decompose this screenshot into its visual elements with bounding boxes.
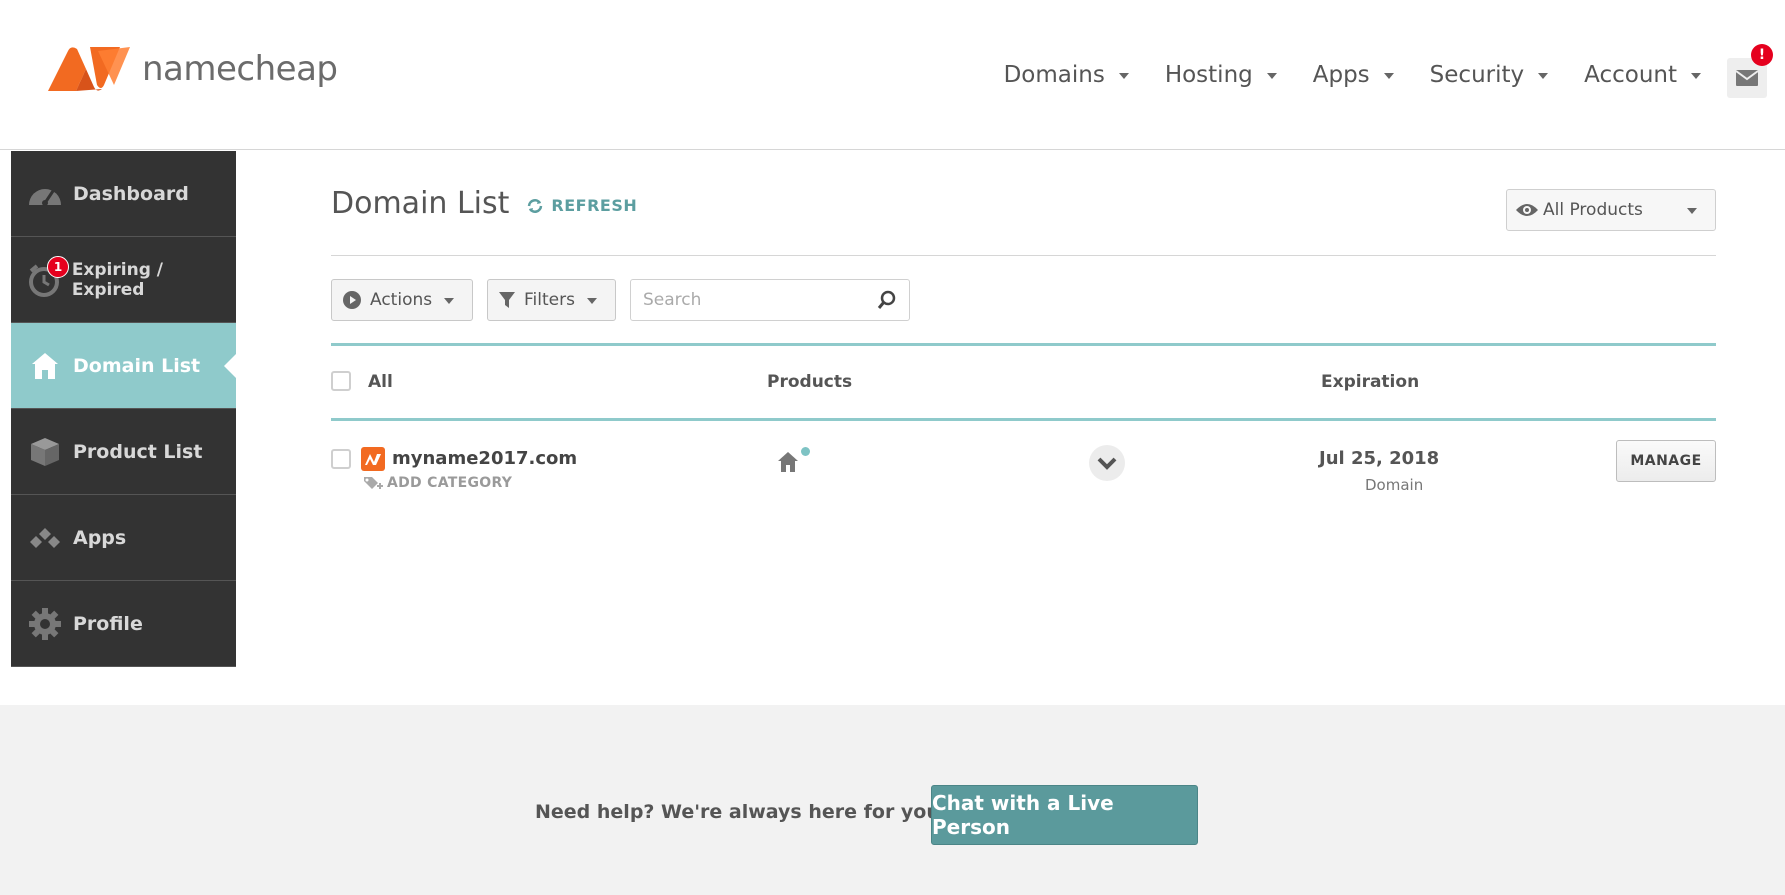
caret-down-icon	[1118, 73, 1129, 79]
product-filter-select[interactable]: All Products	[1506, 189, 1716, 231]
nav-hosting-label: Hosting	[1164, 62, 1253, 88]
filters-label: Filters	[524, 290, 575, 310]
toolbar: Actions Filters	[331, 279, 910, 321]
page-title: Domain List	[331, 186, 510, 221]
nav-account[interactable]: Account	[1584, 62, 1701, 88]
sidebar-item-label: Dashboard	[73, 182, 189, 205]
caret-down-icon	[1691, 73, 1701, 79]
caret-down-icon	[1383, 73, 1394, 79]
sidebar-item-domain-list[interactable]: Domain List	[11, 323, 236, 409]
search-icon[interactable]	[877, 290, 897, 310]
nav-security[interactable]: Security	[1429, 62, 1549, 88]
alarm-clock-icon: 1	[27, 255, 69, 298]
refresh-icon	[528, 198, 543, 213]
tag-plus-icon	[364, 477, 383, 489]
help-footer: Need help? We're always here for you. Ch…	[0, 705, 1785, 895]
namecheap-logo-icon	[48, 47, 130, 91]
help-text: Need help? We're always here for you.	[535, 801, 948, 823]
expand-row-button[interactable]	[1089, 445, 1125, 481]
namecheap-logo[interactable]: namecheap	[42, 45, 338, 93]
domain-name[interactable]: myname2017.com	[392, 448, 577, 469]
messages-button[interactable]: !	[1727, 44, 1773, 98]
speedometer-icon	[27, 176, 63, 212]
play-circle-icon	[343, 291, 361, 309]
manage-button[interactable]: MANAGE	[1616, 440, 1716, 482]
expiring-count-badge: 1	[47, 255, 69, 278]
actions-label: Actions	[370, 290, 433, 310]
sidebar-item-label: Expiring / Expired	[71, 259, 163, 300]
nav-domains[interactable]: Domains	[1004, 62, 1129, 88]
divider	[331, 255, 1716, 256]
actions-dropdown[interactable]: Actions	[331, 279, 473, 321]
apps-icon	[27, 520, 63, 556]
caret-down-icon	[586, 298, 597, 304]
namecheap-domain-icon	[361, 447, 385, 471]
sidebar-item-expiring[interactable]: 1 Expiring / Expired	[11, 237, 236, 323]
nav-apps[interactable]: Apps	[1313, 62, 1394, 88]
refresh-label: REFRESH	[551, 196, 638, 215]
expiration-type: Domain	[1365, 476, 1424, 494]
sidebar-item-apps[interactable]: Apps	[11, 495, 236, 581]
notification-badge: !	[1751, 44, 1773, 66]
sidebar: Dashboard 1 Expiring / Expired Domain Li…	[11, 151, 236, 667]
expiration-date: Jul 25, 2018	[1319, 448, 1440, 469]
sidebar-item-label: Profile	[73, 612, 143, 635]
product-filter-value: All Products	[1543, 200, 1643, 220]
title-row: Domain List REFRESH	[331, 186, 637, 221]
row-checkbox[interactable]	[331, 449, 351, 469]
search-input[interactable]	[643, 290, 863, 310]
chevron-down-icon	[1097, 457, 1117, 470]
caret-down-icon	[1266, 73, 1277, 79]
home-icon	[27, 348, 63, 384]
nav-hosting[interactable]: Hosting	[1165, 62, 1277, 88]
funnel-icon	[499, 292, 515, 308]
caret-down-icon	[1538, 73, 1549, 79]
envelope-icon	[1735, 70, 1759, 86]
column-header-products[interactable]: Products	[767, 372, 852, 392]
filters-dropdown[interactable]: Filters	[487, 279, 616, 321]
table-header: All Products Expiration	[331, 343, 1716, 421]
nav-account-label: Account	[1584, 62, 1677, 88]
top-header: namecheap Domains Hosting Apps Security …	[0, 0, 1785, 150]
add-category-button[interactable]: ADD CATEGORY	[363, 475, 512, 491]
caret-down-icon	[1687, 208, 1697, 214]
sidebar-item-label: Product List	[73, 440, 203, 463]
add-category-label: ADD CATEGORY	[387, 475, 513, 491]
search-box	[630, 279, 910, 321]
nav-security-label: Security	[1429, 62, 1525, 88]
nav-apps-label: Apps	[1312, 62, 1370, 88]
sidebar-item-product-list[interactable]: Product List	[11, 409, 236, 495]
sidebar-item-label: Domain List	[73, 354, 201, 377]
select-all-checkbox[interactable]	[331, 371, 351, 391]
table-row: myname2017.com ADD CATEGORY Jul 25, 2018…	[331, 423, 1716, 503]
caret-down-icon	[444, 298, 455, 304]
home-icon[interactable]	[777, 451, 799, 477]
eye-icon	[1516, 204, 1538, 216]
logo-text: namecheap	[142, 49, 338, 89]
box-icon	[27, 434, 63, 470]
live-chat-button[interactable]: Chat with a Live Person	[931, 785, 1198, 845]
sidebar-item-dashboard[interactable]: Dashboard	[11, 151, 236, 237]
status-dot	[801, 447, 810, 456]
nav-domains-label: Domains	[1003, 62, 1105, 88]
sidebar-item-label: Apps	[73, 526, 127, 549]
column-header-all: All	[368, 372, 393, 392]
column-header-expiration[interactable]: Expiration	[1321, 372, 1419, 392]
gear-icon	[27, 606, 63, 642]
refresh-button[interactable]: REFRESH	[527, 196, 637, 215]
main-nav: Domains Hosting Apps Security Account	[1004, 62, 1701, 88]
sidebar-item-profile[interactable]: Profile	[11, 581, 236, 667]
